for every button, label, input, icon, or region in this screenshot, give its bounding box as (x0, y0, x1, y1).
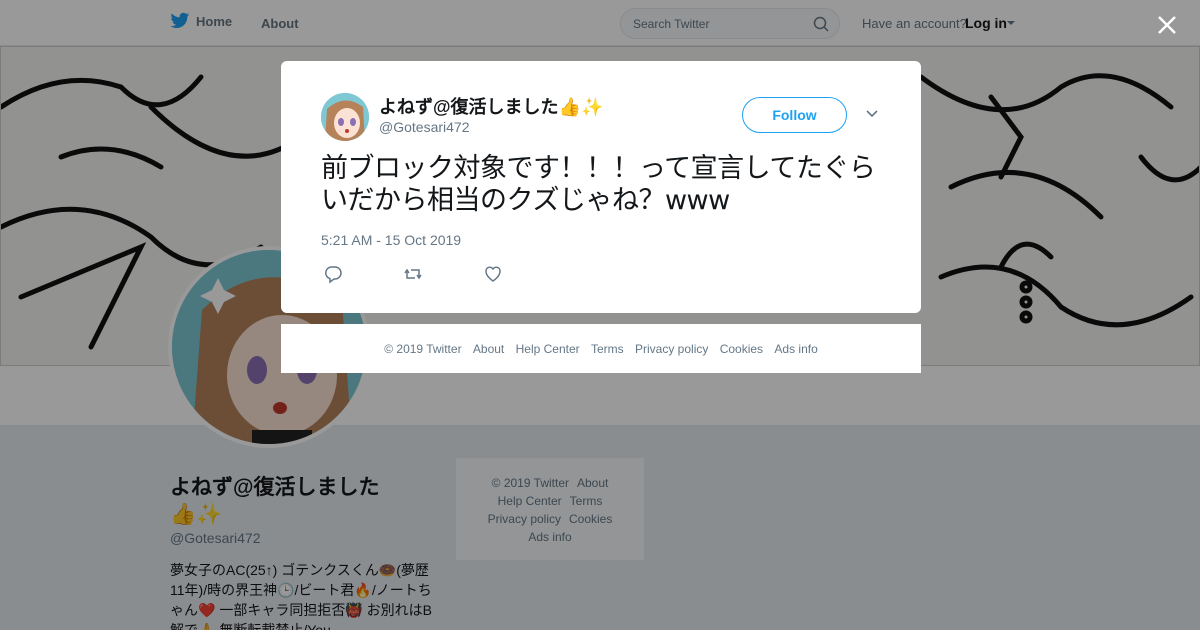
tweet-author-handle[interactable]: @Gotesari472 (379, 119, 469, 135)
tweet-modal: よねず@復活しました👍✨ @Gotesari472 Follow 前ブロック対象… (281, 61, 921, 313)
tweet-actions (323, 264, 503, 284)
tweet-timestamp[interactable]: 5:21 AM - 15 Oct 2019 (321, 232, 461, 248)
close-icon[interactable] (1156, 14, 1178, 36)
chevron-down-icon[interactable] (865, 109, 879, 119)
like-heart-icon[interactable] (483, 264, 503, 284)
tweet-author-avatar[interactable] (321, 93, 369, 141)
tweet-text: 前ブロック対象です！！！って宣言してたぐらいだから相当のクズじゃね？www (321, 153, 876, 216)
modal-footer-privacy[interactable]: Privacy policy (635, 342, 708, 356)
follow-button[interactable]: Follow (742, 97, 847, 133)
reply-icon[interactable] (323, 264, 343, 284)
modal-footer-copyright: © 2019 Twitter (384, 342, 462, 356)
modal-footer-terms[interactable]: Terms (591, 342, 624, 356)
avatar-illustration (321, 93, 369, 141)
tweet-author-name[interactable]: よねず@復活しました👍✨ (379, 93, 603, 119)
modal-footer-about[interactable]: About (473, 342, 504, 356)
modal-footer: © 2019 Twitter About Help Center Terms P… (281, 324, 921, 373)
modal-footer-ads[interactable]: Ads info (774, 342, 817, 356)
modal-footer-help[interactable]: Help Center (516, 342, 580, 356)
modal-footer-cookies[interactable]: Cookies (720, 342, 763, 356)
retweet-icon[interactable] (403, 264, 423, 284)
